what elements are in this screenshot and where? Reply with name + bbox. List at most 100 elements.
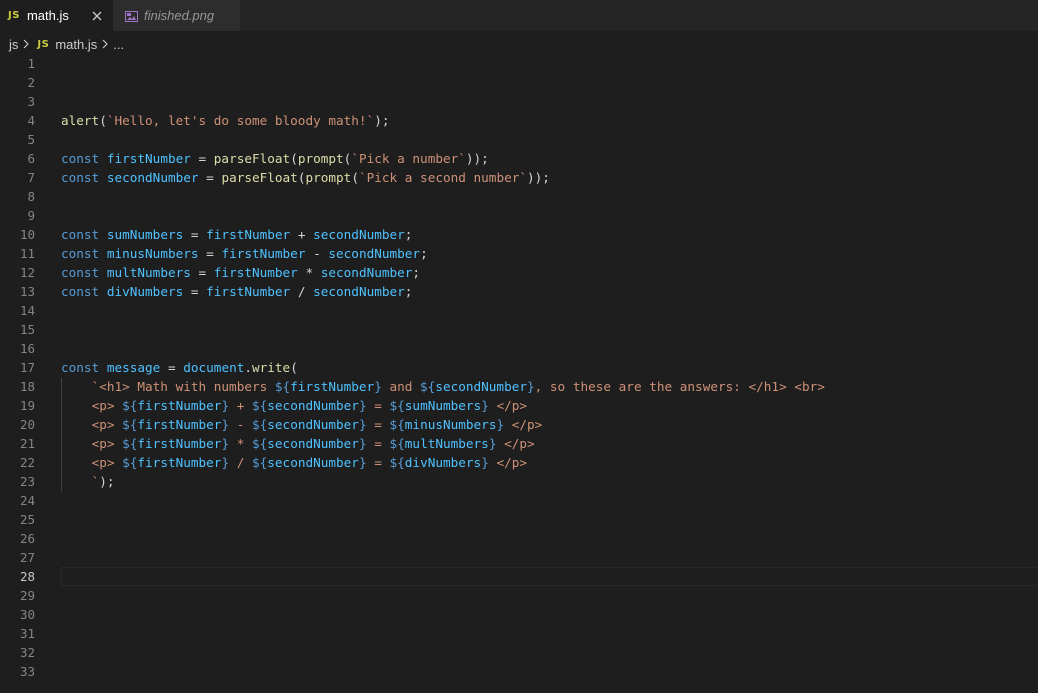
code-line[interactable]: 19 <p> ${firstNumber} + ${secondNumber} … bbox=[0, 396, 1038, 415]
code-token: ; bbox=[420, 246, 428, 261]
line-number: 13 bbox=[19, 284, 35, 299]
code-line[interactable]: 20 <p> ${firstNumber} - ${secondNumber} … bbox=[0, 415, 1038, 434]
tab-math-js[interactable]: JS math.js bbox=[0, 0, 113, 31]
code-token: const bbox=[61, 284, 107, 299]
code-text: `<h1> Math with numbers ${firstNumber} a… bbox=[61, 377, 825, 396]
line-number: 20 bbox=[19, 417, 35, 432]
line-number: 7 bbox=[27, 170, 35, 185]
code-line[interactable]: 32 bbox=[0, 643, 1038, 662]
code-token: const bbox=[61, 170, 107, 185]
breadcrumb: js JS math.js ... bbox=[0, 33, 1038, 55]
code-line[interactable]: 6 const firstNumber = parseFloat(prompt(`… bbox=[0, 149, 1038, 168]
code-token: firstNumber bbox=[213, 265, 298, 280]
code-token: = bbox=[190, 265, 214, 280]
code-line[interactable]: 11 const minusNumbers = firstNumber - sec… bbox=[0, 244, 1038, 263]
code-line[interactable]: 10 const sumNumbers = firstNumber + secon… bbox=[0, 225, 1038, 244]
code-line[interactable]: 8 bbox=[0, 187, 1038, 206]
code-token: } bbox=[221, 398, 230, 413]
code-token: divNumbers bbox=[106, 284, 184, 299]
tab-finished-png[interactable]: finished.png bbox=[113, 0, 240, 31]
code-line[interactable]: 27 bbox=[0, 548, 1038, 567]
code-line[interactable]: 15 bbox=[0, 320, 1038, 339]
code-token: ${ bbox=[122, 455, 138, 470]
code-token: parseFloat bbox=[221, 170, 298, 185]
code-line[interactable]: 31 bbox=[0, 624, 1038, 643]
code-text: const secondNumber = parseFloat(prompt(`… bbox=[61, 168, 550, 187]
code-token: multNumbers bbox=[106, 265, 191, 280]
code-token: * bbox=[297, 265, 321, 280]
code-token: = bbox=[366, 436, 390, 451]
code-token: prompt bbox=[297, 151, 344, 166]
code-line[interactable]: 30 bbox=[0, 605, 1038, 624]
line-number: 21 bbox=[19, 436, 35, 451]
code-token: ; bbox=[404, 284, 413, 299]
code-line[interactable]: 2 bbox=[0, 73, 1038, 92]
code-token: <p> bbox=[91, 436, 123, 451]
code-token: firstNumber bbox=[137, 398, 222, 413]
code-token: secondNumber bbox=[267, 398, 359, 413]
code-token: ${ bbox=[420, 379, 436, 394]
line-number: 17 bbox=[19, 360, 35, 375]
code-token: secondNumber bbox=[313, 227, 405, 242]
code-token: firstNumber bbox=[137, 417, 222, 432]
code-token: } bbox=[358, 417, 367, 432]
code-line[interactable]: 18 `<h1> Math with numbers ${firstNumber… bbox=[0, 377, 1038, 396]
code-text: const message = document.write( bbox=[61, 358, 298, 377]
code-token: minusNumbers bbox=[404, 417, 497, 432]
code-token: `Pick a second number` bbox=[358, 170, 528, 185]
code-token: , so these are the answers: </h1> <br> bbox=[534, 379, 825, 394]
code-token: and bbox=[381, 379, 421, 394]
tab-bar: JS math.js finished.png bbox=[0, 0, 1038, 31]
code-token: + bbox=[229, 398, 252, 413]
code-token: firstNumber bbox=[206, 284, 291, 299]
code-line[interactable]: 14 bbox=[0, 301, 1038, 320]
breadcrumb-folder[interactable]: js bbox=[9, 37, 18, 52]
code-token: firstNumber bbox=[206, 227, 291, 242]
line-number: 12 bbox=[19, 265, 35, 280]
breadcrumb-file[interactable]: math.js bbox=[55, 37, 97, 52]
code-line[interactable]: 23 `); bbox=[0, 472, 1038, 491]
code-line[interactable]: 26 bbox=[0, 529, 1038, 548]
code-line[interactable]: 16 bbox=[0, 339, 1038, 358]
line-number: 6 bbox=[27, 151, 35, 166]
code-line[interactable]: 13 const divNumbers = firstNumber / secon… bbox=[0, 282, 1038, 301]
code-line[interactable]: 28 bbox=[0, 567, 1038, 586]
breadcrumb-symbols[interactable]: ... bbox=[113, 37, 124, 52]
code-editor[interactable]: 1 2 3 4 alert(`Hello, let's do some bloody m… bbox=[0, 54, 1038, 693]
code-token: document bbox=[183, 360, 245, 375]
code-line[interactable]: 7 const secondNumber = parseFloat(prompt(… bbox=[0, 168, 1038, 187]
code-token: const bbox=[61, 151, 107, 166]
code-token: secondNumber bbox=[313, 284, 405, 299]
code-token: = bbox=[183, 227, 207, 242]
code-token: } bbox=[358, 455, 367, 470]
code-token: ${ bbox=[122, 436, 138, 451]
code-line[interactable]: 9 bbox=[0, 206, 1038, 225]
code-line[interactable]: 21 <p> ${firstNumber} * ${secondNumber} … bbox=[0, 434, 1038, 453]
code-line[interactable]: 24 bbox=[0, 491, 1038, 510]
close-icon[interactable] bbox=[90, 9, 104, 23]
code-line[interactable]: 22 <p> ${firstNumber} / ${secondNumber} … bbox=[0, 453, 1038, 472]
code-line[interactable]: 17 const message = document.write( bbox=[0, 358, 1038, 377]
code-line[interactable]: 33 bbox=[0, 662, 1038, 681]
code-line[interactable]: 5 bbox=[0, 130, 1038, 149]
code-token: secondNumber bbox=[320, 265, 413, 280]
code-token: ${ bbox=[389, 398, 405, 413]
code-line[interactable]: 25 bbox=[0, 510, 1038, 529]
code-token: } bbox=[481, 455, 489, 470]
code-line[interactable]: 1 bbox=[0, 54, 1038, 73]
code-line[interactable]: 4 alert(`Hello, let's do some bloody math… bbox=[0, 111, 1038, 130]
code-line[interactable]: 3 bbox=[0, 92, 1038, 111]
code-token: ; bbox=[404, 227, 413, 242]
line-number: 22 bbox=[19, 455, 35, 470]
code-token: parseFloat bbox=[213, 151, 291, 166]
code-line[interactable]: 29 bbox=[0, 586, 1038, 605]
code-line[interactable]: 12 const multNumbers = firstNumber * seco… bbox=[0, 263, 1038, 282]
code-text: const firstNumber = parseFloat(prompt(`P… bbox=[61, 149, 489, 168]
code-token: ${ bbox=[252, 436, 268, 451]
code-token: = bbox=[190, 151, 214, 166]
code-token: * bbox=[229, 436, 252, 451]
code-token: - bbox=[229, 417, 252, 432]
code-token: message bbox=[106, 360, 161, 375]
